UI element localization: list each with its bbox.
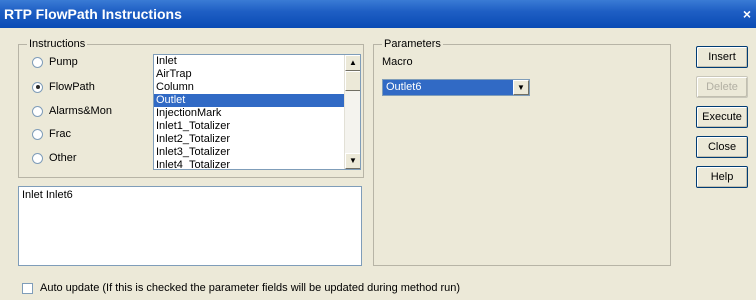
radio-label: Other — [49, 152, 77, 164]
window-title: RTP FlowPath Instructions — [4, 6, 182, 22]
dialog-window: RTP FlowPath Instructions × Instructions… — [0, 0, 756, 300]
execute-button[interactable]: Execute — [696, 106, 748, 128]
radio-icon[interactable] — [32, 81, 43, 93]
radio-label: Alarms&Mon — [49, 105, 112, 117]
parameters-legend: Parameters — [384, 38, 441, 50]
scroll-thumb[interactable] — [345, 71, 360, 91]
radio-label: FlowPath — [49, 81, 95, 93]
radio-frac[interactable]: Frac — [32, 128, 71, 140]
close-button[interactable]: Close — [696, 136, 748, 158]
delete-button[interactable]: Delete — [696, 76, 748, 98]
list-item[interactable]: Column — [154, 81, 360, 94]
radio-pump[interactable]: Pump — [32, 56, 78, 68]
radio-label: Frac — [49, 128, 71, 140]
instructions-legend: Instructions — [29, 38, 86, 50]
macro-label: Macro — [382, 56, 413, 68]
instruction-listbox[interactable]: Inlet AirTrap Column Outlet InjectionMar… — [153, 54, 361, 170]
scroll-down-icon[interactable]: ▼ — [345, 153, 360, 169]
radio-icon[interactable] — [32, 128, 43, 140]
list-item-selected[interactable]: Outlet — [154, 94, 360, 107]
list-item[interactable]: Inlet3_Totalizer — [154, 146, 360, 159]
instruction-text: Inlet Inlet6 — [22, 189, 73, 201]
title-bar: RTP FlowPath Instructions × — [0, 0, 756, 28]
macro-select[interactable]: Outlet6 ▼ — [382, 79, 530, 96]
auto-update-checkbox[interactable] — [22, 282, 33, 294]
radio-icon[interactable] — [32, 56, 43, 68]
macro-value: Outlet6 — [386, 81, 422, 93]
radio-alarms-mon[interactable]: Alarms&Mon — [32, 105, 112, 117]
list-item[interactable]: InjectionMark — [154, 107, 360, 120]
radio-icon[interactable] — [32, 152, 43, 164]
list-item[interactable]: Inlet — [154, 55, 360, 68]
list-item[interactable]: AirTrap — [154, 68, 360, 81]
list-item[interactable]: Inlet1_Totalizer — [154, 120, 360, 133]
auto-update-row[interactable]: Auto update (If this is checked the para… — [22, 282, 460, 294]
radio-flowpath[interactable]: FlowPath — [32, 81, 95, 93]
list-scrollbar[interactable]: ▲ ▼ — [344, 55, 360, 169]
radio-other[interactable]: Other — [32, 152, 77, 164]
list-item[interactable]: Inlet2_Totalizer — [154, 133, 360, 146]
list-item[interactable]: Inlet4_Totalizer — [154, 159, 360, 169]
instruction-text-area[interactable]: Inlet Inlet6 — [18, 186, 362, 266]
auto-update-label: Auto update (If this is checked the para… — [40, 282, 461, 294]
scroll-up-icon[interactable]: ▲ — [345, 55, 360, 71]
help-button[interactable]: Help — [696, 166, 748, 188]
chevron-down-icon[interactable]: ▼ — [513, 80, 529, 95]
insert-button[interactable]: Insert — [696, 46, 748, 68]
radio-label: Pump — [49, 56, 78, 68]
close-icon[interactable]: × — [740, 0, 754, 28]
radio-icon[interactable] — [32, 105, 43, 117]
parameters-group: Parameters — [373, 38, 671, 266]
